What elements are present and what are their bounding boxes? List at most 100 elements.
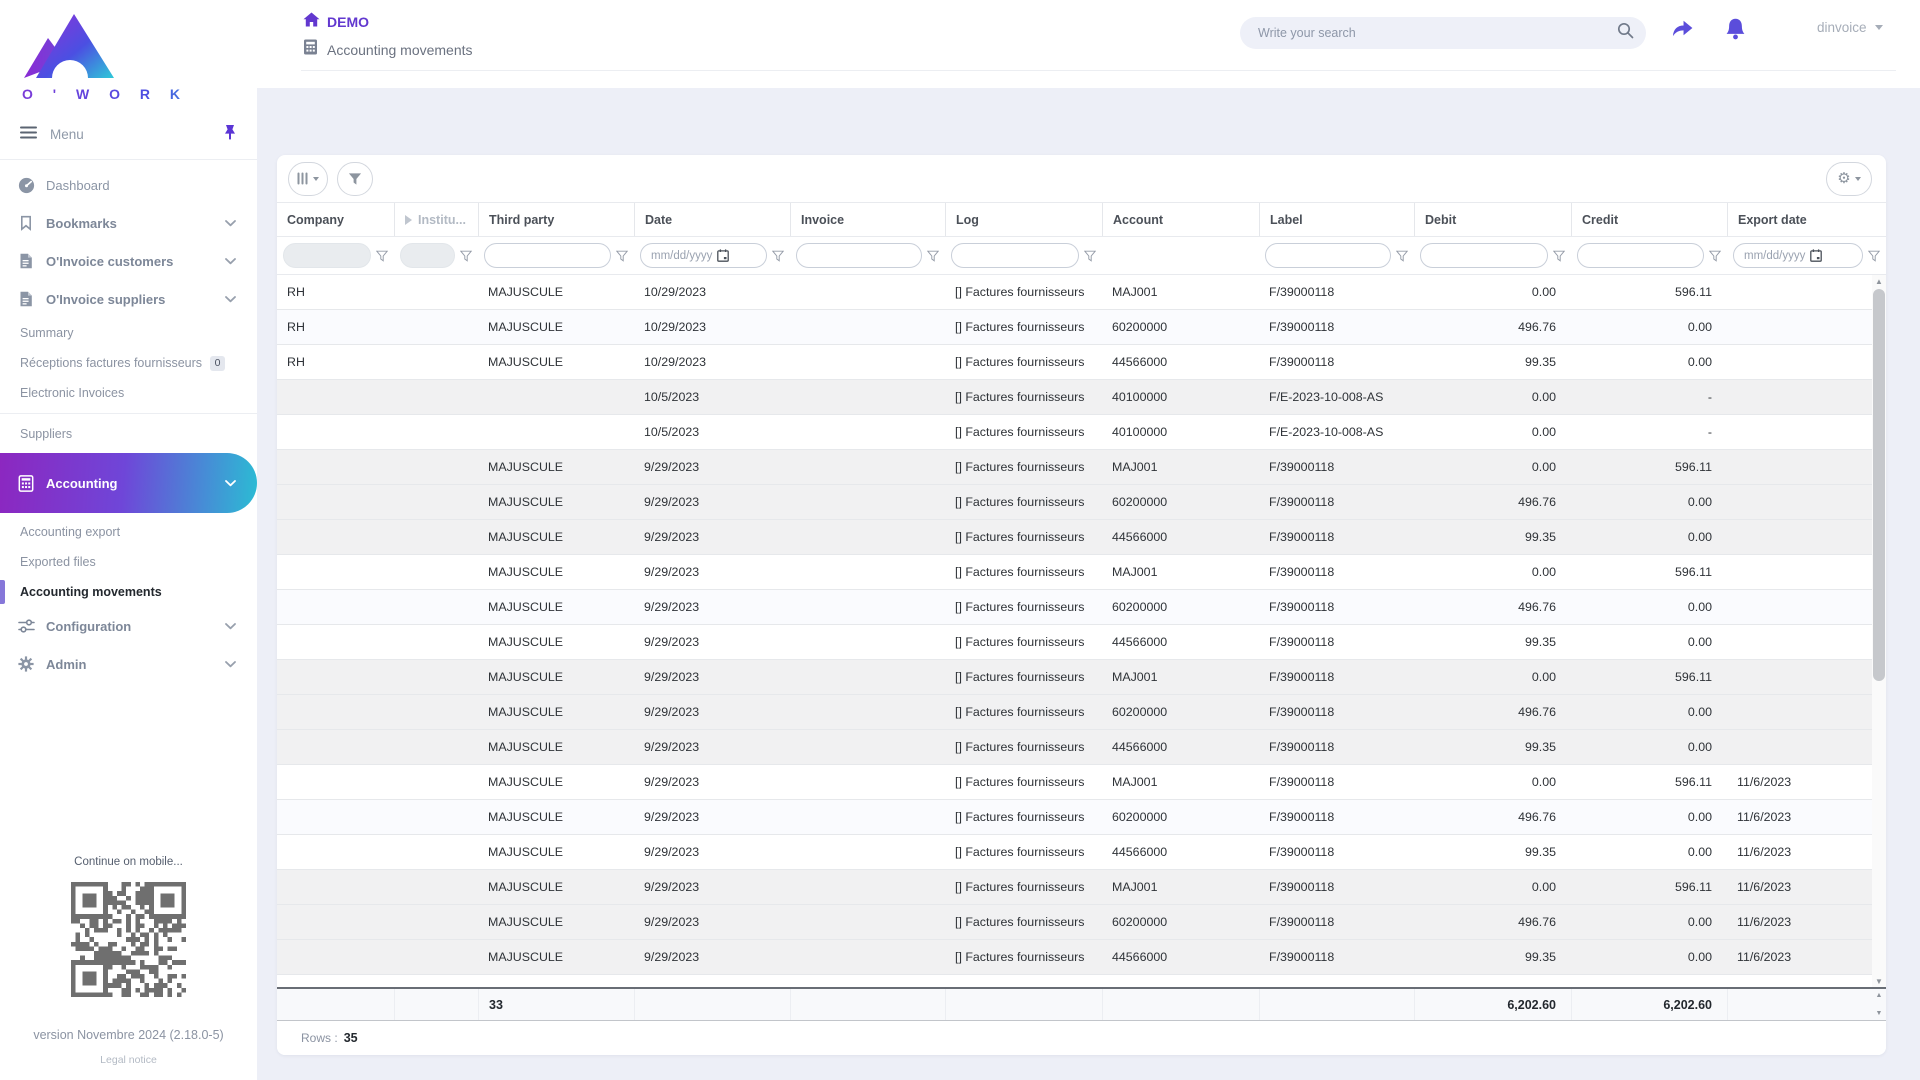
total-row-scrollbar[interactable]: ▲ ▼ [1872,989,1886,1020]
column-header-debit[interactable]: Debit [1414,203,1571,236]
share-icon[interactable] [1669,16,1696,46]
table-row[interactable]: 10/5/2023[] Factures fournisseurs4010000… [277,415,1872,450]
columns-button[interactable] [288,162,328,196]
column-header-label[interactable]: Label [1259,203,1414,236]
table-row[interactable]: MAJUSCULE9/29/2023[] Factures fournisseu… [277,800,1872,835]
table-row[interactable]: MAJUSCULE9/29/2023[] Factures fournisseu… [277,590,1872,625]
sidebar-subitem[interactable]: Accounting movements [0,577,257,607]
cell-credit: 0.00 [1571,625,1727,659]
filter-input-credit[interactable] [1577,243,1704,268]
table-row[interactable]: RHMAJUSCULE10/29/2023[] Factures fournis… [277,345,1872,380]
sidebar-item-configuration[interactable]: Configuration [0,607,257,645]
scroll-down-icon[interactable]: ▼ [1876,1010,1883,1017]
pin-icon[interactable] [223,124,237,145]
sidebar-subitem[interactable]: Réceptions factures fournisseurs0 [0,348,257,378]
filter-funnel-icon[interactable] [1396,250,1408,262]
cell-export_date [1727,345,1872,379]
expand-column-icon[interactable] [405,215,412,225]
table-row[interactable]: MAJUSCULE9/29/2023[] Factures fournisseu… [277,975,1872,987]
table-row[interactable]: MAJUSCULE9/29/2023[] Factures fournisseu… [277,625,1872,660]
sidebar-item-accounting[interactable]: Accounting [0,453,257,513]
filter-input-label[interactable] [1265,243,1391,268]
table-filter-row: mm/dd/yyyy mm/dd/yyyy [277,237,1886,275]
cell-log: [] Factures fournisseurs [945,485,1102,519]
chevron-down-icon [225,480,237,487]
sidebar-subitem[interactable]: Summary [0,318,257,348]
cell-account: 40100000 [1102,380,1259,414]
cell-label: F/39000118 [1259,485,1414,519]
cell-export_date [1727,485,1872,519]
table-row[interactable]: MAJUSCULE9/29/2023[] Factures fournisseu… [277,870,1872,905]
sidebar-item-bookmarks[interactable]: Bookmarks [0,204,257,242]
cell-credit: 0.00 [1571,905,1727,939]
table-row[interactable]: 10/5/2023[] Factures fournisseurs4010000… [277,380,1872,415]
calendar-icon[interactable] [717,249,729,262]
column-header-invoice[interactable]: Invoice [790,203,945,236]
sidebar-subitem[interactable]: Electronic Invoices [0,378,257,408]
sidebar-subitem[interactable]: Suppliers [0,419,257,449]
table-row[interactable]: MAJUSCULE9/29/2023[] Factures fournisseu… [277,730,1872,765]
hamburger-icon[interactable] [20,126,37,144]
table-row[interactable]: MAJUSCULE9/29/2023[] Factures fournisseu… [277,765,1872,800]
filter-input-log[interactable] [951,243,1079,268]
table-row[interactable]: RHMAJUSCULE10/29/2023[] Factures fournis… [277,310,1872,345]
table-row[interactable]: MAJUSCULE9/29/2023[] Factures fournisseu… [277,695,1872,730]
settings-button[interactable]: ⚙ [1826,162,1872,196]
filter-cell-institution [394,237,478,274]
column-header-third_party[interactable]: Third party [478,203,634,236]
table-row[interactable]: MAJUSCULE9/29/2023[] Factures fournisseu… [277,905,1872,940]
filter-date-input-date[interactable]: mm/dd/yyyy [640,243,767,268]
sidebar-item-oinvoice-customers[interactable]: O'Invoice customers [0,242,257,280]
filter-button[interactable] [337,162,373,196]
scroll-up-icon[interactable]: ▲ [1876,992,1883,999]
search-icon[interactable] [1617,22,1634,44]
table-row[interactable]: MAJUSCULE9/29/2023[] Factures fournisseu… [277,660,1872,695]
filter-funnel-icon[interactable] [376,250,388,262]
table-row[interactable]: MAJUSCULE9/29/2023[] Factures fournisseu… [277,485,1872,520]
table-row[interactable]: MAJUSCULE9/29/2023[] Factures fournisseu… [277,555,1872,590]
filter-input-third_party[interactable] [484,243,611,268]
table-row[interactable]: MAJUSCULE9/29/2023[] Factures fournisseu… [277,520,1872,555]
chevron-down-icon [225,220,237,227]
scroll-up-icon[interactable]: ▲ [1872,275,1886,287]
filter-input-invoice[interactable] [796,243,922,268]
column-header-date[interactable]: Date [634,203,790,236]
filter-funnel-icon[interactable] [1868,250,1880,262]
filter-funnel-icon[interactable] [1553,250,1565,262]
column-header-log[interactable]: Log [945,203,1102,236]
scroll-down-icon[interactable]: ▼ [1872,975,1886,987]
cell-credit: 0.00 [1571,520,1727,554]
sidebar-item-oinvoice-suppliers[interactable]: O'Invoice suppliers [0,280,257,318]
table-row[interactable]: MAJUSCULE9/29/2023[] Factures fournisseu… [277,835,1872,870]
filter-date-input-export_date[interactable]: mm/dd/yyyy [1733,243,1863,268]
vertical-scrollbar[interactable]: ▲ ▼ [1872,275,1886,987]
sidebar-subitem[interactable]: Accounting export [0,517,257,547]
cell-third_party: MAJUSCULE [478,310,634,344]
sidebar-item-admin[interactable]: Admin [0,645,257,683]
filter-funnel-icon[interactable] [1709,250,1721,262]
cell-invoice [790,485,945,519]
table-row[interactable]: MAJUSCULE9/29/2023[] Factures fournisseu… [277,450,1872,485]
filter-funnel-icon[interactable] [1084,250,1096,262]
column-header-company[interactable]: Company [277,203,394,236]
sidebar-item-dashboard[interactable]: Dashboard [0,166,257,204]
user-menu[interactable]: dinvoice [1817,20,1883,35]
bell-icon[interactable] [1724,16,1747,47]
filter-funnel-icon[interactable] [460,250,472,262]
column-header-export_date[interactable]: Export date [1727,203,1886,236]
scrollbar-thumb[interactable] [1873,289,1885,681]
legal-notice-link[interactable]: Legal notice [0,1054,257,1066]
search-input[interactable] [1258,26,1617,40]
cell-institution [394,415,478,449]
table-row[interactable]: RHMAJUSCULE10/29/2023[] Factures fournis… [277,275,1872,310]
filter-funnel-icon[interactable] [772,250,784,262]
filter-funnel-icon[interactable] [927,250,939,262]
column-header-institution[interactable]: Institu... [394,203,478,236]
filter-funnel-icon[interactable] [616,250,628,262]
column-header-credit[interactable]: Credit [1571,203,1727,236]
column-header-account[interactable]: Account [1102,203,1259,236]
table-row[interactable]: MAJUSCULE9/29/2023[] Factures fournisseu… [277,940,1872,975]
calendar-icon[interactable] [1810,249,1822,262]
sidebar-subitem[interactable]: Exported files [0,547,257,577]
filter-input-debit[interactable] [1420,243,1548,268]
